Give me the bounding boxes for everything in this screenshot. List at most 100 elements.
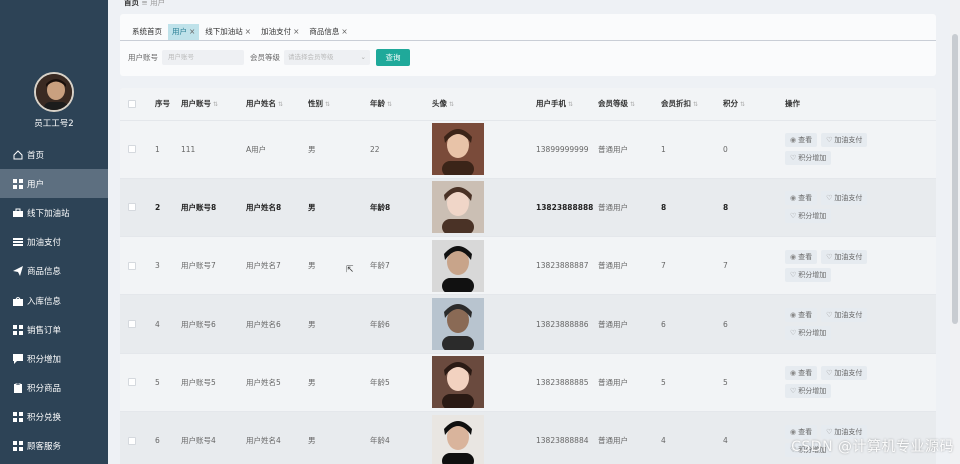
add-points-button[interactable]: ♡ 积分增加 (785, 267, 832, 282)
sidebar-item-points-add[interactable]: 积分增加 (0, 344, 108, 373)
row-checkbox[interactable] (128, 436, 136, 445)
cell-index: 2 (155, 202, 161, 212)
sidebar-item-user[interactable]: 用户 (0, 169, 108, 199)
row-checkbox[interactable] (128, 378, 136, 387)
sort-icon[interactable]: ⇅ (213, 101, 218, 108)
tab-user[interactable]: 用户 × (168, 24, 200, 40)
row-checkbox[interactable] (128, 145, 136, 154)
user-photo[interactable] (432, 356, 484, 409)
col-discount[interactable]: 会员折扣 ⇅ (661, 88, 723, 120)
search-button[interactable]: 查询 (376, 49, 410, 66)
user-photo[interactable] (432, 181, 484, 234)
row-checkbox[interactable] (128, 261, 136, 270)
sidebar-item-stock-in[interactable]: 入库信息 (0, 286, 108, 315)
table-row[interactable]: 5 用户账号5 用户姓名5 男年龄5 13823888885 普通用户 5 5 ◉ 查看 ♡ 加油支付… (120, 353, 936, 411)
table-row[interactable]: 4 用户账号6 用户姓名6 男年龄6 13823888886 普通用户 6 6 ◉ 查看 ♡ 加油支付… (120, 294, 936, 354)
tab-system-home[interactable]: 系统首页 (128, 24, 166, 40)
button-label: 积分增加 (798, 270, 827, 279)
add-points-button[interactable]: ♡ 积分增加 (785, 151, 832, 166)
button-label: 查看 (798, 311, 813, 320)
col-age[interactable]: 年龄 ⇅ (370, 88, 432, 120)
user-photo[interactable] (432, 239, 484, 292)
sidebar-item-points-products[interactable]: 积分商品 (0, 374, 108, 403)
fuel-pay-button[interactable]: ♡ 加油支付 (821, 308, 868, 323)
sidebar-item-customer-service[interactable]: 顾客服务 (0, 432, 108, 461)
sort-icon[interactable]: ⇅ (278, 101, 283, 108)
col-name[interactable]: 用户姓名 ⇅ (246, 88, 308, 120)
level-select[interactable]: 请选择会员等级 ⌄ (284, 50, 370, 65)
close-icon[interactable]: × (189, 27, 195, 36)
user-name: 员工工号2 (34, 119, 74, 129)
cell-photo[interactable] (432, 178, 536, 236)
sidebar-item-points-exchange[interactable]: 积分兑换 (0, 403, 108, 432)
view-button[interactable]: ◉ 查看 (785, 133, 818, 148)
cell-photo[interactable] (432, 353, 536, 411)
cell-name: 用户姓名5 (246, 377, 281, 387)
avatar[interactable] (34, 72, 74, 112)
user-photo[interactable] (432, 414, 484, 464)
tab-fuel-payment[interactable]: 加油支付 × (257, 24, 303, 40)
breadcrumb-home[interactable]: 首页 (124, 0, 139, 7)
sort-icon[interactable]: ⇅ (325, 101, 330, 108)
sidebar-item-home[interactable]: 首页 (0, 140, 108, 169)
cell-age: 年龄8 (370, 202, 391, 212)
fuel-pay-button[interactable]: ♡ 加油支付 (821, 191, 868, 206)
view-button[interactable]: ◉ 查看 (785, 366, 818, 381)
table-row[interactable]: 1 111 A用户男 22 13899999999 普通用户 1 0 ◉ 查看 ♡ 加油支付 ♡ 积分增加 (120, 120, 936, 178)
user-photo[interactable] (432, 298, 484, 351)
col-label: 年龄 (370, 99, 385, 109)
sort-icon[interactable]: ⇅ (568, 101, 573, 108)
cell-photo[interactable] (432, 411, 536, 464)
col-gender[interactable]: 性别 ⇅ (308, 88, 370, 120)
cell-photo[interactable] (432, 237, 536, 295)
user-photo[interactable] (432, 123, 484, 176)
cell-photo[interactable] (432, 120, 536, 178)
col-label: 会员等级 (598, 99, 628, 109)
add-points-button[interactable]: ♡ 积分增加 (785, 326, 832, 341)
select-all-checkbox[interactable] (128, 99, 136, 108)
heart-icon: ♡ (790, 212, 797, 221)
close-icon[interactable]: × (341, 27, 347, 36)
sort-icon[interactable]: ⇅ (387, 101, 392, 108)
sidebar-item-products[interactable]: 商品信息 (0, 257, 108, 286)
sidebar-item-sales-orders[interactable]: 销售订单 (0, 315, 108, 344)
add-points-button[interactable]: ♡ 积分增加 (785, 209, 832, 224)
cell-index: 3 (155, 261, 160, 271)
fuel-pay-button[interactable]: ♡ 加油支付 (821, 366, 868, 381)
scrollbar-thumb[interactable] (952, 34, 958, 324)
col-level[interactable]: 会员等级 ⇅ (598, 88, 661, 120)
account-input[interactable]: 用户账号 (162, 50, 244, 65)
page-scrollbar[interactable] (950, 0, 960, 464)
col-photo[interactable]: 头像 ⇅ (432, 88, 536, 120)
cell-points: 5 (723, 377, 728, 387)
add-points-button[interactable]: ♡ 积分增加 (785, 384, 832, 399)
view-button[interactable]: ◉ 查看 (785, 308, 818, 323)
view-button[interactable]: ◉ 查看 (785, 249, 818, 264)
tab-products[interactable]: 商品信息 × (305, 24, 351, 40)
sidebar-item-gas-station[interactable]: 线下加油站 (0, 198, 108, 227)
tab-gas-station[interactable]: 线下加油站 × (201, 24, 255, 40)
close-icon[interactable]: × (293, 27, 299, 36)
col-points[interactable]: 积分 ⇅ (723, 88, 785, 120)
row-checkbox[interactable] (128, 203, 136, 212)
cell-phone: 13823888887 (536, 261, 589, 271)
fuel-pay-button[interactable]: ♡ 加油支付 (821, 249, 868, 264)
view-button[interactable]: ◉ 查看 (785, 191, 818, 206)
cell-actions: ◉ 查看 ♡ 加油支付 ♡ 积分增加 (785, 120, 936, 178)
sidebar-item-fuel-payment[interactable]: 加油支付 (0, 228, 108, 257)
col-account[interactable]: 用户账号 ⇅ (181, 88, 246, 120)
table-row[interactable]: 3 用户账号7 用户姓名7 男年龄7 13823888887 普通用户 7 7 ◉ 查看 ♡ 加油支付… (120, 236, 936, 295)
fuel-pay-button[interactable]: ♡ 加油支付 (821, 133, 868, 148)
col-phone[interactable]: 用户手机 ⇅ (536, 88, 598, 120)
row-checkbox[interactable] (128, 320, 136, 329)
table-row[interactable]: 2 用户账号8 用户姓名8 男年龄8 13823888888 普通用户 8 8 ◉ 查看 ♡ 加油支付… (120, 178, 936, 237)
sort-icon[interactable]: ⇅ (740, 101, 745, 108)
cell-actions: ◉ 查看 ♡ 加油支付 ♡ 积分增加 (785, 237, 936, 295)
close-icon[interactable]: × (245, 27, 251, 36)
cell-photo[interactable] (432, 295, 536, 353)
sort-icon[interactable]: ⇅ (449, 101, 454, 108)
sort-icon[interactable]: ⇅ (693, 101, 698, 108)
button-label: 查看 (798, 252, 813, 261)
cell-gender: 男 (308, 436, 316, 446)
sort-icon[interactable]: ⇅ (630, 101, 635, 108)
